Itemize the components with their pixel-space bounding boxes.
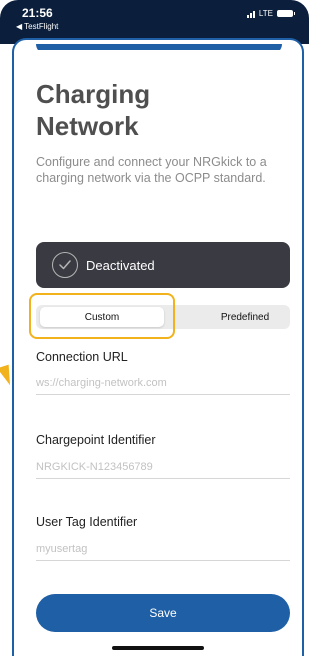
user-tag-label: User Tag Identifier xyxy=(36,515,138,529)
segment-predefined[interactable]: Predefined xyxy=(200,307,290,327)
home-indicator[interactable] xyxy=(112,646,204,650)
signal-icon xyxy=(246,10,255,18)
checkmark-icon xyxy=(52,252,78,278)
connection-url-input[interactable] xyxy=(36,372,290,395)
back-app-label: TestFlight xyxy=(24,22,59,31)
save-button[interactable]: Save xyxy=(36,594,290,632)
highlight-annotation-box xyxy=(29,293,175,339)
device-screen: 21:56 ◀ TestFlight LTE Charging Network C… xyxy=(0,0,309,656)
ocpp-status-card[interactable]: Deactivated xyxy=(36,242,290,288)
user-tag-input[interactable] xyxy=(36,538,290,561)
status-label: Deactivated xyxy=(86,257,155,273)
connection-url-label: Connection URL xyxy=(36,350,128,364)
chargepoint-id-label: Chargepoint Identifier xyxy=(36,433,156,447)
network-label: LTE xyxy=(258,9,273,18)
chargepoint-id-input[interactable] xyxy=(36,456,290,479)
back-arrow-icon: ◀ xyxy=(16,22,23,31)
back-to-app-link[interactable]: ◀ TestFlight xyxy=(16,22,58,31)
page-title: Charging Network xyxy=(36,79,151,141)
status-time: 21:56 xyxy=(22,6,53,20)
battery-icon xyxy=(277,10,295,17)
status-indicators: LTE xyxy=(246,9,295,18)
page-subtitle: Configure and connect your NRGkick to a … xyxy=(36,155,267,185)
